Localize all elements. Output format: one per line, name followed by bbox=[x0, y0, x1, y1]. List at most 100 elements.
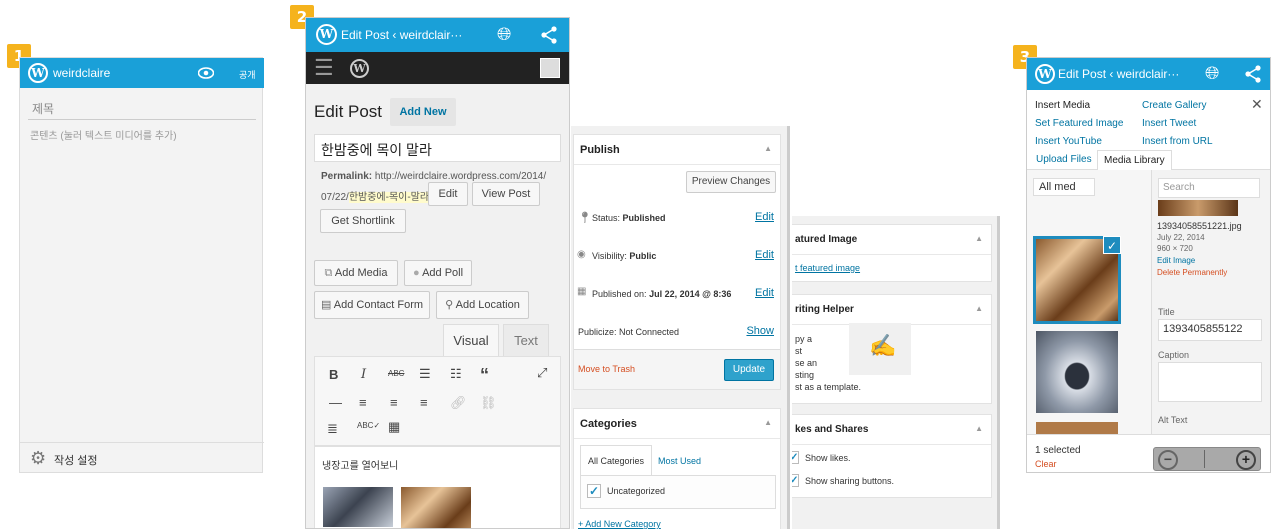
settings-bar[interactable]: ⚙ 작성 설정 bbox=[20, 442, 264, 473]
shark-image-thumb[interactable] bbox=[323, 487, 393, 527]
add-new-category-link[interactable]: + Add New Category bbox=[578, 519, 661, 529]
spellcheck-icon[interactable]: ABC✓ bbox=[357, 421, 380, 430]
zoom-control[interactable]: − + bbox=[1153, 447, 1261, 471]
thumb-selected[interactable]: ✓ bbox=[1033, 236, 1121, 324]
publicize-show-link[interactable]: Show bbox=[746, 325, 774, 337]
thumb-partial[interactable] bbox=[1036, 422, 1118, 434]
featured-image-panel: atured Image ▲ t featured image bbox=[792, 224, 992, 282]
collapse-arrow-icon[interactable]: ▲ bbox=[764, 144, 772, 153]
visibility-text: Visibility: Public bbox=[592, 251, 657, 261]
add-contact-form-button[interactable]: ▤ Add Contact Form bbox=[314, 291, 430, 319]
view-post-button[interactable]: View Post bbox=[472, 182, 540, 206]
add-new-button[interactable]: Add New bbox=[390, 98, 456, 126]
globe-icon[interactable]: 🌐︎ bbox=[497, 24, 511, 45]
side-panels-column: atured Image ▲ t featured image riting He… bbox=[792, 216, 1000, 529]
clear-selection-link[interactable]: Clear bbox=[1035, 459, 1057, 469]
add-contact-form-label: Add Contact Form bbox=[333, 299, 424, 311]
wordpress-logo-icon[interactable]: W bbox=[316, 24, 337, 45]
blockquote-icon[interactable]: “ bbox=[480, 365, 489, 386]
more-tag-icon[interactable]: ≣ bbox=[327, 421, 338, 437]
show-sharing-checkbox[interactable]: ✓ bbox=[792, 474, 799, 487]
tab-most-used[interactable]: Most Used bbox=[658, 456, 701, 466]
visibility-edit-link[interactable]: Edit bbox=[755, 249, 774, 261]
likes-shares-title: kes and Shares ▲ bbox=[792, 415, 991, 445]
wordpress-logo-icon[interactable]: W bbox=[28, 63, 48, 83]
get-shortlink-button[interactable]: Get Shortlink bbox=[320, 209, 406, 233]
fullscreen-icon[interactable]: ⤢ bbox=[537, 365, 547, 381]
tab-visual[interactable]: Visual bbox=[443, 324, 499, 356]
category-checkbox[interactable]: ✓ bbox=[587, 484, 601, 498]
tab-media-library[interactable]: Media Library bbox=[1097, 150, 1172, 171]
horizontal-line-icon[interactable]: — bbox=[329, 395, 342, 410]
set-featured-image-link[interactable]: Set Featured Image bbox=[1035, 118, 1123, 129]
title-label: Title bbox=[1158, 307, 1175, 317]
tab-text[interactable]: Text bbox=[503, 324, 549, 356]
permalink-slug[interactable]: 한밤중에-목이-말라 bbox=[348, 192, 430, 203]
publicize-text: Publicize: Not Connected bbox=[578, 327, 680, 337]
post-title-input[interactable]: 한밤중에 목이 말라 bbox=[314, 134, 561, 162]
collapse-arrow-icon[interactable]: ▲ bbox=[975, 424, 983, 433]
insert-youtube-link[interactable]: Insert YouTube bbox=[1035, 136, 1102, 147]
permalink-url-part: 07/22/ bbox=[321, 192, 349, 203]
content-input[interactable]: 콘텐츠 (눌러 텍스트 미디어를 추가) bbox=[30, 127, 256, 142]
link-icon[interactable]: 🔗︎ bbox=[450, 395, 467, 411]
photo-image-thumb[interactable] bbox=[401, 487, 471, 528]
title-input[interactable]: 제목 bbox=[28, 100, 256, 120]
collapse-arrow-icon[interactable]: ▲ bbox=[975, 234, 983, 243]
wordpress-logo-icon[interactable]: W bbox=[1035, 64, 1055, 84]
selected-check-icon[interactable]: ✓ bbox=[1103, 236, 1121, 254]
title-input[interactable]: 1393405855122 bbox=[1158, 319, 1262, 341]
share-icon[interactable] bbox=[540, 26, 558, 44]
media-filter-select[interactable]: All med bbox=[1033, 178, 1095, 196]
add-media-button[interactable]: ⧉ Add Media bbox=[314, 260, 398, 286]
tab-upload-files[interactable]: Upload Files bbox=[1036, 154, 1092, 165]
numbered-list-icon[interactable]: ☷ bbox=[450, 366, 462, 382]
align-right-icon[interactable]: ≡ bbox=[420, 395, 428, 410]
align-center-icon[interactable]: ≡ bbox=[390, 395, 398, 410]
avatar[interactable] bbox=[540, 58, 560, 78]
caption-label: Caption bbox=[1158, 350, 1190, 360]
toolbar-toggle-icon[interactable]: ▦ bbox=[388, 419, 400, 435]
zoom-in-icon[interactable]: + bbox=[1236, 450, 1256, 470]
preview-changes-button[interactable]: Preview Changes bbox=[686, 171, 776, 193]
bold-icon[interactable]: B bbox=[329, 367, 338, 382]
set-featured-image-link[interactable]: t featured image bbox=[795, 263, 860, 273]
published-edit-link[interactable]: Edit bbox=[755, 287, 774, 299]
italic-icon[interactable]: I bbox=[361, 367, 366, 382]
zoom-out-icon[interactable]: − bbox=[1158, 450, 1178, 470]
strikethrough-icon[interactable]: ABC bbox=[388, 369, 404, 378]
unlink-icon[interactable]: ⛓︎ bbox=[480, 395, 497, 411]
edit-image-link[interactable]: Edit Image bbox=[1157, 256, 1195, 265]
publish-button[interactable]: 공개 bbox=[239, 68, 256, 81]
collapse-arrow-icon[interactable]: ▲ bbox=[975, 304, 983, 313]
globe-icon[interactable]: 🌐︎ bbox=[1205, 63, 1219, 84]
update-button[interactable]: Update bbox=[724, 359, 774, 381]
insert-tweet-link[interactable]: Insert Tweet bbox=[1142, 118, 1196, 129]
status-edit-link[interactable]: Edit bbox=[755, 211, 774, 223]
menu-icon[interactable]: ☰ bbox=[314, 55, 334, 81]
media-search-input[interactable]: Search bbox=[1158, 178, 1260, 198]
publish-panel: Publish ▲ Preview Changes 📍︎ Status: Publ… bbox=[573, 134, 781, 390]
editor-content[interactable]: 냉장고를 열어보니 bbox=[314, 446, 561, 528]
add-location-button[interactable]: ⚲ Add Location bbox=[436, 291, 529, 319]
selected-count: 1 selected bbox=[1035, 445, 1081, 456]
caption-input[interactable] bbox=[1158, 362, 1262, 402]
thumb-shark[interactable] bbox=[1036, 331, 1118, 413]
permalink-edit-button[interactable]: Edit bbox=[428, 182, 468, 206]
show-likes-checkbox[interactable]: ✓ bbox=[792, 451, 799, 464]
wordpress-admin-icon[interactable]: W bbox=[350, 59, 369, 78]
close-icon[interactable]: ✕ bbox=[1251, 96, 1263, 113]
eye-icon[interactable] bbox=[198, 67, 214, 79]
media-tabs: Upload Files Media Library bbox=[1027, 150, 1270, 171]
bullet-list-icon[interactable]: ☰ bbox=[419, 366, 431, 382]
share-icon[interactable] bbox=[1244, 65, 1262, 83]
tab-all-categories[interactable]: All Categories bbox=[580, 445, 652, 475]
delete-permanently-link[interactable]: Delete Permanently bbox=[1157, 268, 1227, 277]
move-to-trash-link[interactable]: Move to Trash bbox=[578, 364, 635, 374]
align-left-icon[interactable]: ≡ bbox=[359, 395, 367, 410]
add-poll-button[interactable]: ● Add Poll bbox=[404, 260, 472, 286]
collapse-arrow-icon[interactable]: ▲ bbox=[764, 418, 772, 427]
content-line: 냉장고를 열어보니 bbox=[322, 461, 399, 472]
create-gallery-link[interactable]: Create Gallery bbox=[1142, 100, 1206, 111]
insert-from-url-link[interactable]: Insert from URL bbox=[1142, 136, 1213, 147]
